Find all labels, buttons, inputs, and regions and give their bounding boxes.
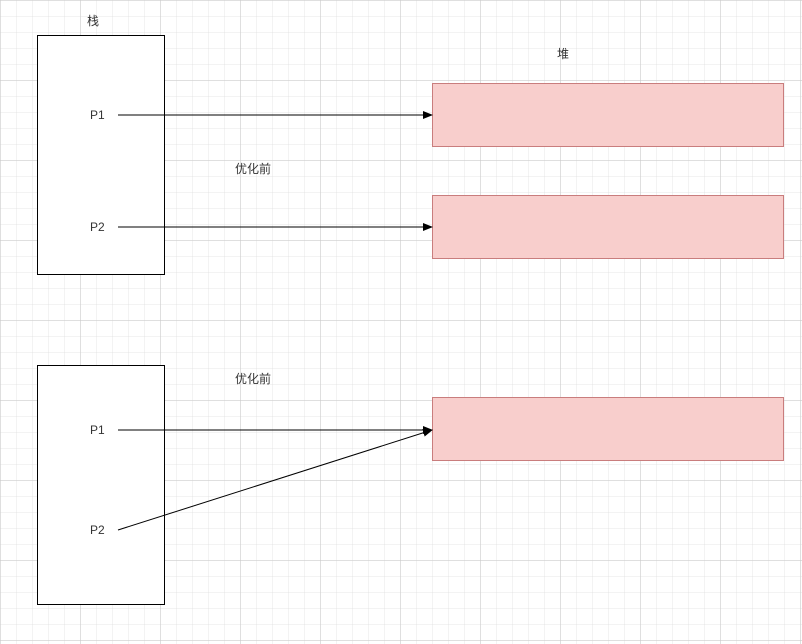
stack-box-top [37, 35, 165, 275]
pointer-label-p1-top: P1 [90, 108, 105, 122]
heap-box-bottom-1 [432, 397, 784, 461]
pointer-label-p1-bottom: P1 [90, 423, 105, 437]
pointer-label-p2-bottom: P2 [90, 523, 105, 537]
heap-box-top-1 [432, 83, 784, 147]
stack-header-label: 栈 [87, 12, 99, 29]
pointer-label-p2-top: P2 [90, 220, 105, 234]
caption-before-opt-bottom: 优化前 [235, 370, 271, 387]
caption-before-opt-top: 优化前 [235, 160, 271, 177]
diagram-canvas: 栈 堆 P1 P2 优化前 P1 P2 优化前 [0, 0, 802, 644]
stack-box-bottom [37, 365, 165, 605]
heap-header-label: 堆 [557, 45, 569, 62]
heap-box-top-2 [432, 195, 784, 259]
